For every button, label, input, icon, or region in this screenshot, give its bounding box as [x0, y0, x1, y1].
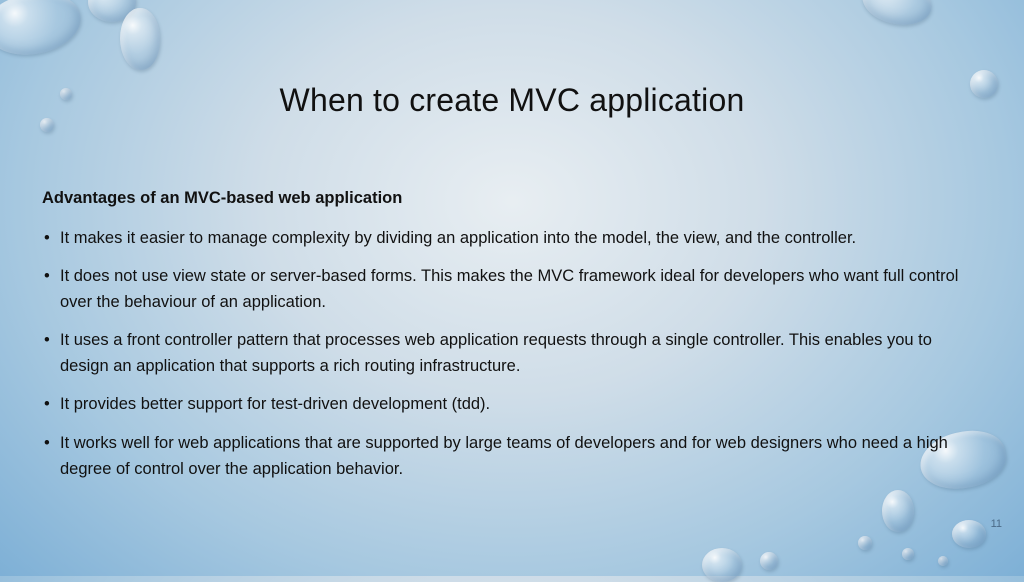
- water-droplet-decoration: [938, 556, 948, 566]
- water-droplet-decoration: [702, 548, 742, 582]
- water-droplet-decoration: [858, 0, 936, 31]
- bullet-item: It does not use view state or server-bas…: [42, 264, 982, 315]
- bullet-list: It makes it easier to manage complexity …: [42, 226, 982, 483]
- bullet-item: It uses a front controller pattern that …: [42, 328, 982, 379]
- water-droplet-decoration: [858, 536, 872, 550]
- slide-body: Advantages of an MVC-based web applicati…: [42, 186, 982, 495]
- bullet-item: It provides better support for test-driv…: [42, 392, 982, 418]
- water-droplet-decoration: [902, 548, 914, 560]
- water-droplet-decoration: [0, 0, 85, 60]
- subheading: Advantages of an MVC-based web applicati…: [42, 186, 982, 212]
- slide-title: When to create MVC application: [0, 82, 1024, 119]
- water-droplet-decoration: [40, 118, 54, 132]
- bullet-item: It makes it easier to manage complexity …: [42, 226, 982, 252]
- page-number: 11: [991, 518, 1002, 530]
- water-droplet-decoration: [760, 552, 778, 570]
- bullet-item: It works well for web applications that …: [42, 431, 982, 482]
- water-droplet-decoration: [882, 490, 914, 532]
- water-droplet-decoration: [952, 520, 986, 548]
- water-droplet-decoration: [120, 8, 160, 70]
